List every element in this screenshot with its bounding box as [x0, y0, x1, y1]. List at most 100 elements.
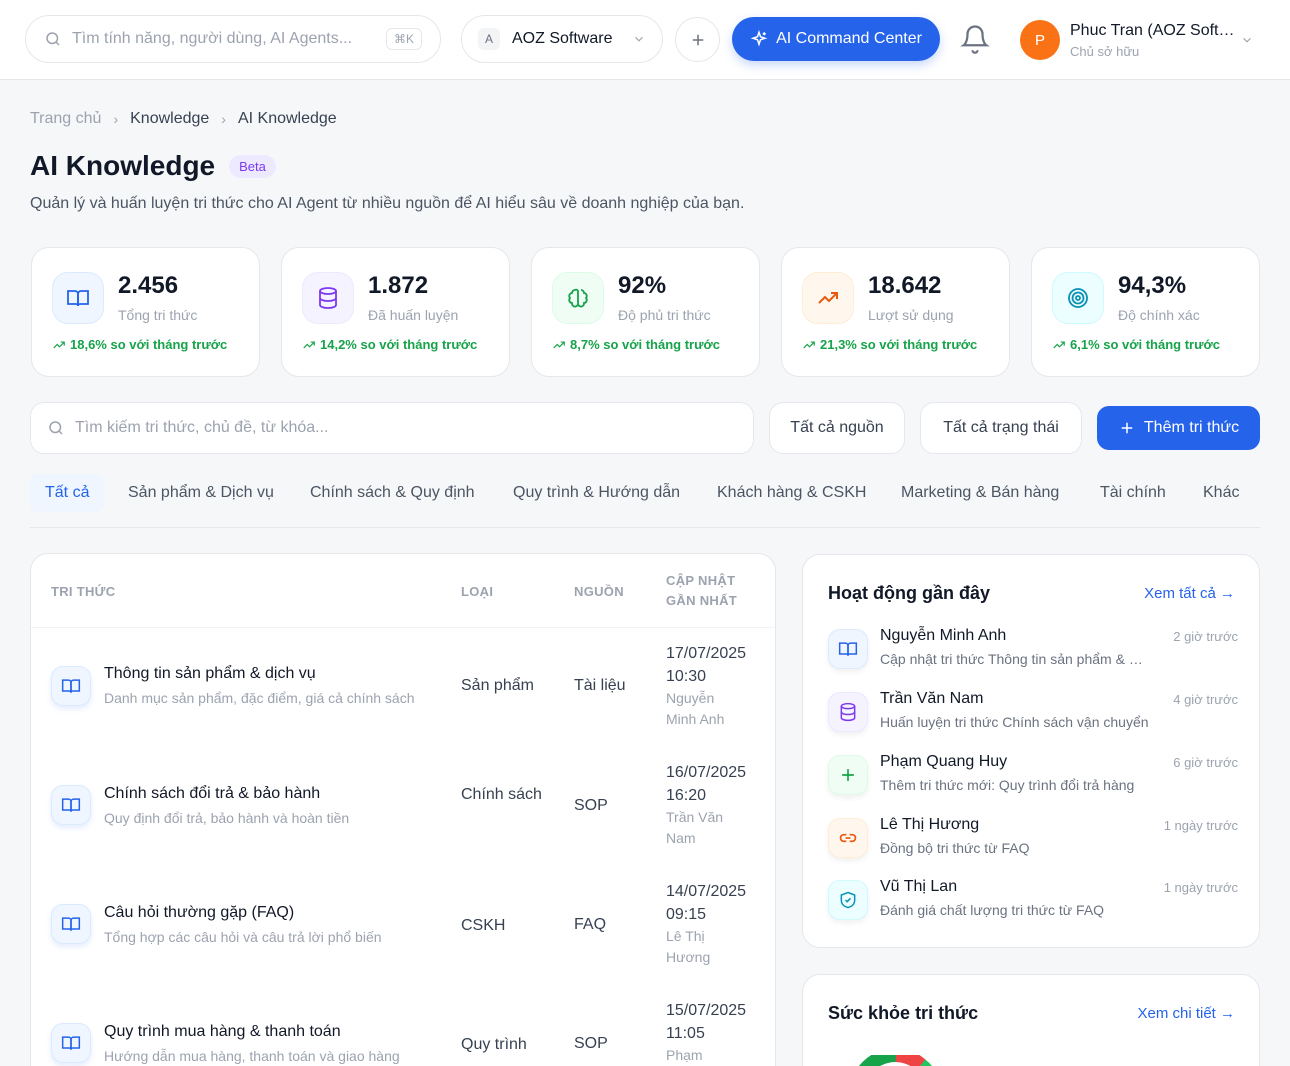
stat-trend-text: 14,2% so với tháng trước: [320, 337, 478, 352]
category-tabs: Tất cả Sản phẩm & Dịch vụ Chính sách & Q…: [30, 472, 1260, 528]
page-header: AI Knowledge Beta: [30, 150, 276, 182]
tab-products[interactable]: Sản phẩm & Dịch vụ: [128, 474, 274, 512]
book-icon: [51, 904, 91, 944]
activity-item[interactable]: Nguyễn Minh Anh 2 giờ trước Cập nhật tri…: [828, 627, 1238, 677]
stat-label: Lượt sử dụng: [868, 307, 954, 323]
activity-time: 1 ngày trước: [1163, 818, 1238, 833]
activity-item[interactable]: Trần Văn Nam 4 giờ trước Huấn luyện tri …: [828, 690, 1238, 740]
tab-customers[interactable]: Khách hàng & CSKH: [717, 474, 866, 512]
database-icon: [302, 272, 354, 324]
top-bar: Tìm tính năng, người dùng, AI Agents... …: [0, 0, 1290, 80]
book-icon: [51, 785, 91, 825]
database-icon: [828, 692, 868, 732]
activity-item[interactable]: Lê Thị Hương 1 ngày trước Đồng bộ tri th…: [828, 816, 1238, 866]
add-knowledge-label: Thêm tri thức: [1143, 419, 1240, 436]
book-icon: [52, 272, 104, 324]
search-icon: [46, 32, 60, 46]
add-knowledge-button[interactable]: Thêm tri thức: [1097, 406, 1260, 450]
activity-item[interactable]: Vũ Thị Lan 1 ngày trước Đánh giá chất lư…: [828, 878, 1238, 928]
stat-card-trained: 1.872 Đã huấn luyện 14,2% so với tháng t…: [281, 247, 510, 377]
row-user: Nguyễn Minh Anh: [666, 690, 725, 727]
row-title: Quy trình mua hàng & thanh toán: [104, 1023, 341, 1040]
health-title: Sức khỏe tri thức: [828, 1003, 979, 1023]
view-details-link[interactable]: Xem chi tiết →: [1137, 1005, 1235, 1022]
stat-card-usage: 18.642 Lượt sử dụng 21,3% so với tháng t…: [781, 247, 1010, 377]
activity-item[interactable]: Phạm Quang Huy 6 giờ trước Thêm tri thức…: [828, 753, 1238, 803]
notification-bell-icon[interactable]: [960, 24, 990, 54]
column-header-source[interactable]: NGUỒN: [574, 554, 624, 628]
activity-time: 4 giờ trước: [1173, 692, 1238, 707]
ai-command-center-button[interactable]: AI Command Center: [732, 17, 940, 61]
row-source: FAQ: [574, 916, 607, 933]
organization-select[interactable]: A AOZ Software: [461, 15, 663, 63]
stat-trend-text: 6,1% so với tháng trước: [1070, 337, 1220, 352]
plus-icon: [828, 755, 868, 795]
chevron-right-icon: ›: [221, 111, 226, 127]
row-type: Sản phẩm: [461, 677, 534, 694]
book-icon: [51, 666, 91, 706]
stat-trend-text: 21,3% so với tháng trước: [820, 337, 978, 352]
stat-trend: 14,2% so với tháng trước: [302, 337, 477, 352]
stat-trend: 6,1% so với tháng trước: [1052, 337, 1220, 352]
column-header-knowledge[interactable]: TRI THỨC: [51, 554, 115, 628]
chevron-right-icon: ›: [113, 111, 119, 127]
row-date: 17/07/2025 10:30: [666, 645, 747, 685]
breadcrumb-knowledge[interactable]: Knowledge: [130, 110, 209, 128]
source-filter-button[interactable]: Tất cả nguồn: [769, 402, 905, 454]
breadcrumb-current: AI Knowledge: [237, 110, 337, 127]
stat-card-coverage: 92% Độ phủ tri thức 8,7% so với tháng tr…: [531, 247, 760, 377]
column-header-updated[interactable]: CẬP NHẬT GẦN NHẤT: [666, 554, 756, 628]
shield-check-icon: [828, 880, 868, 920]
column-header-type[interactable]: LOẠI: [461, 554, 493, 628]
row-type: CSKH: [461, 917, 506, 934]
trend-up-icon: [553, 341, 565, 348]
table-row[interactable]: Chính sách đổi trả & bảo hành Quy định đ…: [31, 747, 775, 866]
page-title: AI Knowledge: [30, 150, 216, 181]
row-description: Danh mục sản phẩm, đặc điểm, giá cả chín…: [104, 690, 415, 706]
global-search-input[interactable]: Tìm tính năng, người dùng, AI Agents... …: [25, 15, 441, 63]
table-row[interactable]: Câu hỏi thường gặp (FAQ) Tổng hợp các câ…: [31, 866, 775, 985]
stat-value: 2.456: [118, 272, 179, 299]
activity-description: Đồng bộ tri thức từ FAQ: [880, 840, 1030, 856]
knowledge-table: TRI THỨC LOẠI NGUỒN CẬP NHẬT GẦN NHẤT Th…: [30, 553, 776, 1066]
activity-time: 6 giờ trước: [1173, 755, 1238, 770]
row-source: SOP: [574, 797, 608, 814]
plus-icon: [1121, 422, 1133, 434]
view-all-link[interactable]: Xem tất cả →: [1144, 585, 1235, 602]
user-role: Chủ sở hữu: [1070, 43, 1140, 59]
table-row[interactable]: Quy trình mua hàng & thanh toán Hướng dẫ…: [31, 985, 775, 1066]
status-filter-button[interactable]: Tất cả trạng thái: [920, 402, 1082, 454]
stat-trend-text: 8,7% so với tháng trước: [570, 337, 720, 352]
tab-all[interactable]: Tất cả: [30, 474, 105, 512]
row-user: Trần Văn Nam: [666, 809, 724, 846]
knowledge-health-card: Sức khỏe tri thức Xem chi tiết →: [802, 974, 1260, 1066]
table-row[interactable]: Thông tin sản phẩm & dịch vụ Danh mục sả…: [31, 628, 775, 747]
row-user: Lê Thị Hương: [666, 928, 711, 965]
chevron-down-icon: [1243, 37, 1251, 43]
recent-activity-card: Hoạt động gần đây Xem tất cả → Nguyễn Mi…: [802, 554, 1260, 948]
tab-finance[interactable]: Tài chính: [1100, 474, 1166, 512]
activity-time: 1 ngày trước: [1163, 880, 1238, 895]
donut-segment: [895, 1055, 926, 1066]
stat-trend: 8,7% so với tháng trước: [552, 337, 720, 352]
quick-add-button[interactable]: [675, 17, 720, 62]
user-menu[interactable]: P Phuc Tran (AOZ Software) Chủ sở hữu: [1020, 18, 1270, 62]
activity-description: Huấn luyện tri thức Chính sách vận chuyể…: [880, 714, 1149, 730]
row-user: Phạm Quang Huy: [666, 1047, 703, 1063]
tab-marketing[interactable]: Marketing & Bán hàng: [901, 474, 1059, 512]
knowledge-search-placeholder: Tìm kiếm tri thức, chủ đề, từ khóa...: [75, 419, 329, 436]
tab-policies[interactable]: Chính sách & Quy định: [310, 474, 475, 512]
trend-up-icon: [1053, 341, 1065, 348]
tab-processes[interactable]: Quy trình & Hướng dẫn: [513, 474, 680, 512]
breadcrumb-home[interactable]: Trang chủ: [30, 110, 101, 128]
row-description: Tổng hợp các câu hỏi và câu trả lời phổ …: [104, 929, 382, 945]
activity-time: 2 giờ trước: [1173, 629, 1238, 644]
tab-other[interactable]: Khác: [1203, 474, 1239, 512]
row-source: Tài liệu: [574, 677, 626, 694]
knowledge-search-input[interactable]: Tìm kiếm tri thức, chủ đề, từ khóa...: [30, 402, 754, 454]
activity-user: Nguyễn Minh Anh: [880, 627, 1007, 644]
chevron-down-icon: [635, 36, 643, 42]
stat-label: Độ phủ tri thức: [618, 307, 711, 323]
stat-card-total: 2.456 Tổng tri thức 18,6% so với tháng t…: [31, 247, 260, 377]
shortcut-hint: ⌘K: [385, 28, 422, 50]
